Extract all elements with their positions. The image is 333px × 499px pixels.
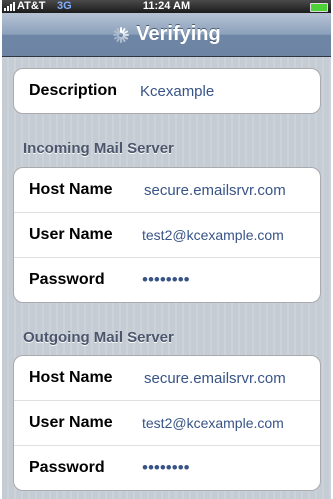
incoming-password-label: Password [29, 271, 105, 288]
outgoing-user-label: User Name [29, 414, 113, 431]
outgoing-host-row[interactable]: Host Name secure.emailsrvr.com [14, 356, 320, 400]
navigation-bar: Verifying [2, 13, 331, 57]
incoming-host-row[interactable]: Host Name secure.emailsrvr.com [14, 168, 320, 212]
incoming-password-field[interactable]: •••••••• [142, 270, 190, 290]
outgoing-user-field[interactable]: test2@kcexample.com [142, 415, 284, 431]
status-bar: AT&T 3G 11:24 AM [2, 0, 331, 13]
incoming-host-field[interactable]: secure.emailsrvr.com [144, 182, 286, 199]
description-group: Description Kcexample [13, 68, 321, 114]
page-title: Verifying [136, 23, 221, 45]
incoming-section-header: Incoming Mail Server [23, 140, 174, 157]
outgoing-section-header: Outgoing Mail Server [23, 329, 174, 346]
incoming-user-row[interactable]: User Name test2@kcexample.com [14, 212, 320, 257]
incoming-host-label: Host Name [29, 181, 113, 198]
outgoing-password-row[interactable]: Password •••••••• [14, 445, 320, 490]
incoming-password-row[interactable]: Password •••••••• [14, 257, 320, 302]
outgoing-password-field[interactable]: •••••••• [142, 458, 190, 478]
outgoing-host-label: Host Name [29, 369, 113, 386]
status-time: 11:24 AM [142, 0, 191, 12]
outgoing-server-group: Host Name secure.emailsrvr.com User Name… [13, 355, 321, 491]
description-field[interactable]: Kcexample [140, 83, 214, 100]
incoming-server-group: Host Name secure.emailsrvr.com User Name… [13, 167, 321, 303]
phone-screen: AT&T 3G 11:24 AM Verifying Description K… [2, 0, 331, 499]
outgoing-user-row[interactable]: User Name test2@kcexample.com [14, 400, 320, 445]
nav-title-wrap: Verifying [2, 13, 331, 56]
outgoing-host-field[interactable]: secure.emailsrvr.com [144, 370, 286, 387]
incoming-user-label: User Name [29, 226, 113, 243]
activity-spinner-icon [112, 26, 130, 44]
incoming-user-field[interactable]: test2@kcexample.com [142, 227, 284, 243]
description-label: Description [29, 82, 118, 99]
description-row[interactable]: Description Kcexample [14, 69, 320, 113]
outgoing-password-label: Password [29, 459, 105, 476]
battery-icon [310, 3, 328, 12]
